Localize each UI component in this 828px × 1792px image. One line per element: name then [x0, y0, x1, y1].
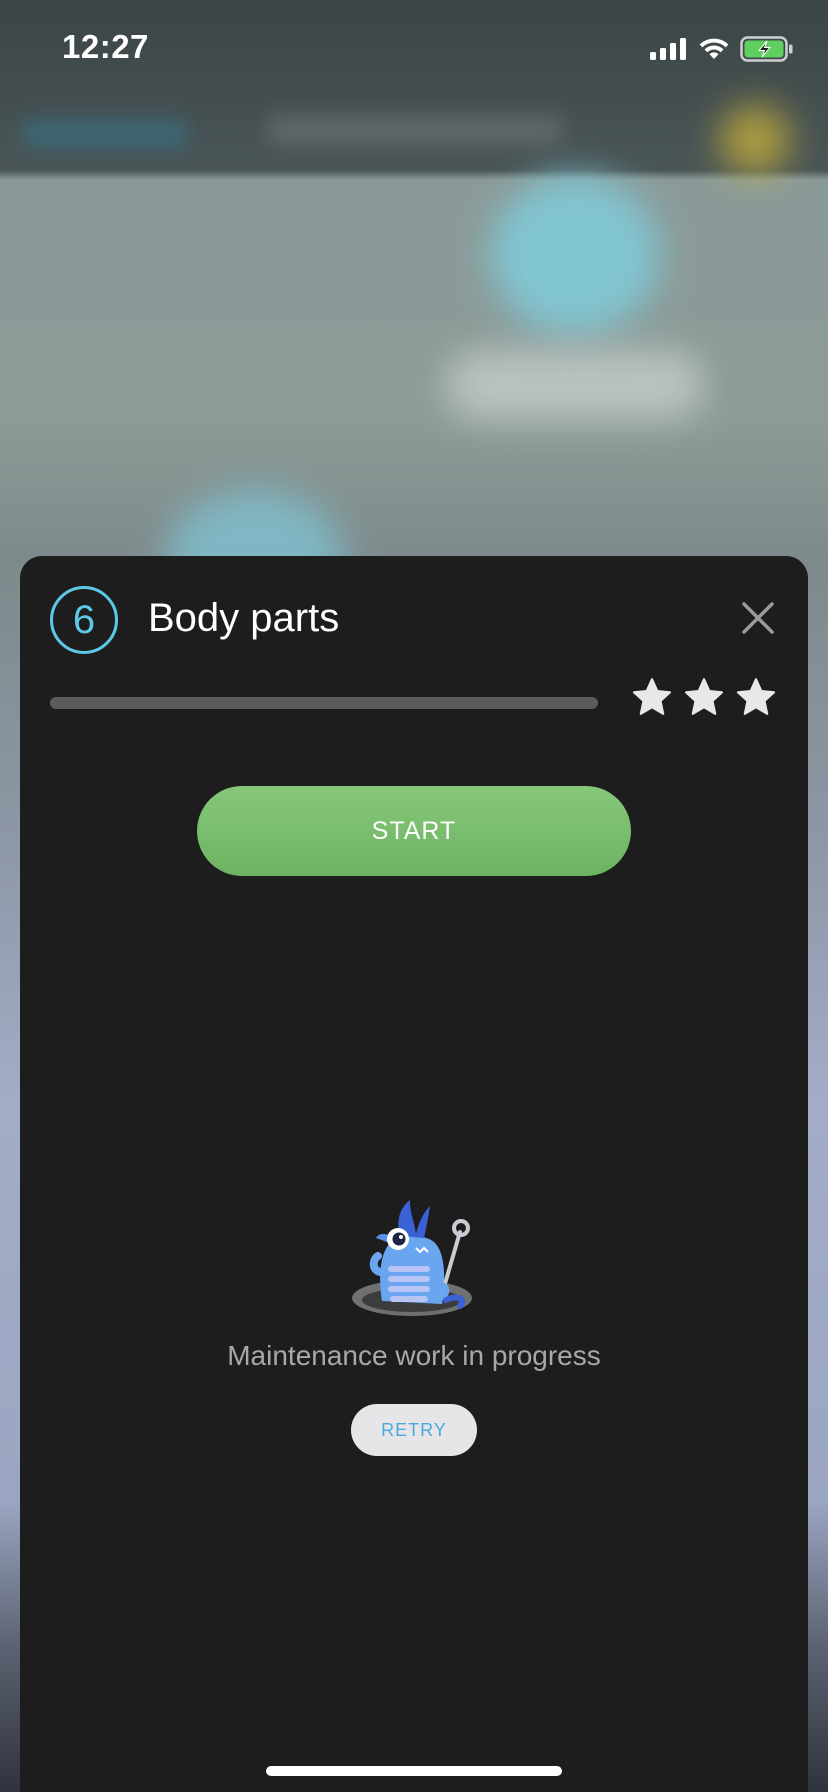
star-icon: [736, 678, 776, 715]
close-icon[interactable]: [738, 598, 778, 638]
status-time: 12:27: [62, 28, 149, 65]
blurred-lesson-label: [445, 350, 705, 420]
lesson-sheet: 6 Body parts START Maintenance work in p…: [20, 556, 808, 1792]
level-badge: 6: [50, 586, 118, 654]
home-indicator[interactable]: [266, 1766, 562, 1776]
blurred-header-title: [265, 115, 565, 145]
blurred-coin-icon: [720, 105, 790, 175]
battery-charging-icon: [740, 36, 793, 62]
maintenance-message: Maintenance work in progress: [227, 1340, 601, 1371]
start-button[interactable]: START: [197, 786, 631, 876]
status-icons: [650, 36, 794, 62]
wifi-icon: [699, 38, 729, 59]
blurred-lesson-node: [490, 175, 660, 335]
lesson-progress-bar: [50, 697, 598, 709]
status-bar: 12:27: [0, 0, 828, 100]
star-icon: [632, 678, 672, 715]
star-rating: [630, 676, 778, 720]
monster-mascot-icon: [352, 1200, 472, 1316]
star-icon: [684, 678, 724, 715]
cellular-signal-icon: [650, 38, 686, 60]
lesson-title: Body parts: [148, 596, 340, 640]
level-number: 6: [72, 597, 96, 642]
blurred-header-button: [20, 120, 190, 148]
retry-button[interactable]: RETRY: [351, 1404, 477, 1456]
